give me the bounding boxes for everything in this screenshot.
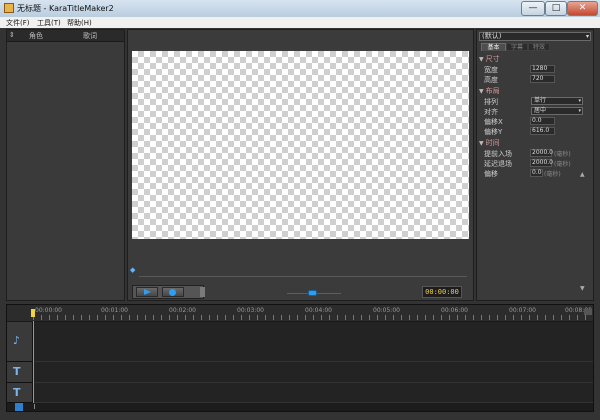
chevron-down-icon: ▾	[578, 108, 581, 114]
scroll-down-icon[interactable]: ▼	[580, 285, 588, 293]
section-timing[interactable]: ▼ 时间	[479, 138, 500, 148]
track-header-text-2[interactable]: T	[7, 383, 33, 403]
window-title: 无标题 - KaraTitleMaker2	[17, 4, 114, 13]
playbar-handle[interactable]	[200, 287, 205, 297]
offset-x-input[interactable]: 0.0	[530, 117, 555, 125]
app-icon	[4, 3, 14, 13]
advance-in-unit: (毫秒)	[554, 151, 571, 158]
minimize-button[interactable]: —	[521, 1, 545, 16]
chevron-down-icon: ▾	[578, 98, 581, 104]
tab-effects[interactable]: 特效	[528, 43, 550, 51]
scroll-left-icon[interactable]	[15, 403, 23, 411]
arrange-select[interactable]: 单行 ▾	[531, 97, 583, 105]
track-header-music[interactable]: ♪	[7, 322, 33, 362]
play-button[interactable]	[136, 287, 158, 297]
chevron-down-icon: ▾	[585, 33, 589, 40]
properties-panel: (默认) ▾ 基本 字幕 特效 ▼ 尺寸 宽度 1280 高度 720 ▼ 布局 排…	[476, 29, 594, 301]
offset-input[interactable]: 0.0	[530, 169, 543, 177]
column-header-role[interactable]: 角色	[29, 31, 43, 41]
text-track-icon: T	[13, 365, 21, 378]
track-row-text-1[interactable]	[34, 362, 593, 383]
title-bar: 无标题 - KaraTitleMaker2 — □ ✕	[0, 0, 600, 18]
maximize-icon: □	[551, 3, 561, 13]
delay-out-input[interactable]: 2000.0	[530, 159, 553, 167]
lyrics-table-header: ⇕ 角色 歌词	[7, 30, 124, 42]
tab-basic[interactable]: 基本	[481, 43, 506, 51]
tick-label: 00:06:00	[441, 307, 468, 314]
scroll-up-icon[interactable]: ▲	[580, 171, 588, 179]
section-layout[interactable]: ▼ 布局	[479, 86, 500, 96]
preset-value: (默认)	[482, 32, 502, 40]
seek-track[interactable]	[139, 276, 467, 277]
menu-file[interactable]: 文件(F)	[6, 18, 30, 28]
arrange-label: 排列	[484, 98, 498, 106]
menu-help[interactable]: 帮助(H)	[67, 18, 92, 28]
offset-y-label: 偏移Y	[484, 128, 503, 136]
play-icon	[144, 289, 151, 295]
section-size[interactable]: ▼ 尺寸	[479, 54, 500, 64]
playhead-line	[33, 321, 34, 404]
tab-subtitle[interactable]: 字幕	[506, 43, 528, 51]
track-row-text-2[interactable]	[34, 383, 593, 403]
tick-label: 00:07:00	[509, 307, 536, 314]
tick-label: 00:03:00	[237, 307, 264, 314]
volume-slider-knob[interactable]	[308, 290, 317, 296]
maximize-button[interactable]: □	[545, 1, 567, 16]
advance-in-label: 提前入场	[484, 150, 512, 158]
record-icon	[169, 289, 176, 296]
timeline-panel: 00:00:00 00:01:00 00:02:00 00:03:00 00:0…	[6, 304, 594, 412]
close-button[interactable]: ✕	[567, 1, 598, 16]
preview-panel: ◆ 00:00:00	[127, 29, 474, 301]
minimize-icon: —	[528, 3, 538, 13]
close-icon: ✕	[578, 3, 587, 13]
collapse-triangle-icon: ▼	[479, 88, 484, 95]
height-label: 高度	[484, 76, 498, 84]
tick-label: 00:00:00	[35, 307, 62, 314]
playhead-marker[interactable]	[31, 309, 35, 317]
track-row-music[interactable]	[34, 322, 593, 362]
ruler-ticks	[33, 315, 593, 320]
delay-out-label: 延迟退场	[484, 160, 512, 168]
tick-label: 00:04:00	[305, 307, 332, 314]
offset-label: 偏移	[484, 170, 498, 178]
align-select[interactable]: 居中 ▾	[531, 107, 583, 115]
tick-label: 00:02:00	[169, 307, 196, 314]
offset-x-label: 偏移X	[484, 118, 503, 126]
offset-unit: (毫秒)	[544, 171, 561, 178]
scrollbar-thumb[interactable]	[34, 404, 35, 409]
width-input[interactable]: 1280	[530, 65, 555, 73]
seek-handle-icon[interactable]: ◆	[130, 266, 138, 274]
playback-controls	[132, 285, 205, 299]
track-header-text-1[interactable]: T	[7, 362, 33, 383]
align-label: 对齐	[484, 108, 498, 116]
preset-select[interactable]: (默认) ▾	[479, 32, 591, 41]
tick-label: 00:05:00	[373, 307, 400, 314]
timeline-scroll-right-button[interactable]	[584, 309, 592, 315]
advance-in-input[interactable]: 2000.0	[530, 149, 553, 157]
collapse-triangle-icon: ▼	[479, 56, 484, 63]
timeline-horizontal-scrollbar[interactable]	[7, 403, 593, 411]
sort-icon[interactable]: ⇕	[9, 31, 15, 39]
text-track-icon: T	[13, 386, 21, 399]
column-header-lyrics[interactable]: 歌词	[83, 31, 97, 41]
collapse-triangle-icon: ▼	[479, 140, 484, 147]
music-note-icon: ♪	[13, 334, 21, 347]
lyrics-panel: ⇕ 角色 歌词	[6, 29, 125, 301]
delay-out-unit: (毫秒)	[554, 161, 571, 168]
height-input[interactable]: 720	[530, 75, 555, 83]
menu-tools[interactable]: 工具(T)	[37, 18, 61, 28]
record-button[interactable]	[162, 287, 184, 297]
offset-y-input[interactable]: 616.0	[530, 127, 555, 135]
timeline-ruler[interactable]: 00:00:00 00:01:00 00:02:00 00:03:00 00:0…	[7, 305, 593, 322]
timecode-display: 00:00:00	[422, 286, 462, 298]
width-label: 宽度	[484, 66, 498, 74]
preview-canvas[interactable]	[132, 51, 469, 239]
tick-label: 00:01:00	[101, 307, 128, 314]
